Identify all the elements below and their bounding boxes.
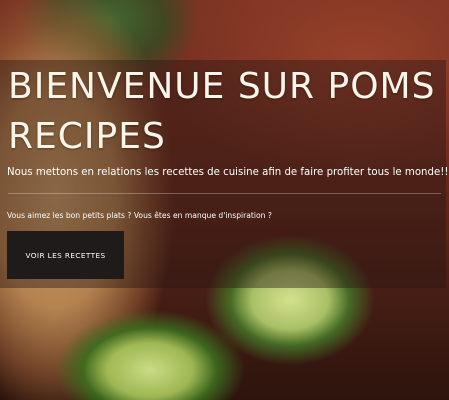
page: BIENVENUE SUR POMS RECIPES Nous mettons … — [0, 0, 449, 400]
hero-title: BIENVENUE SUR POMS RECIPES — [8, 66, 436, 157]
hero-divider — [8, 193, 441, 194]
hero-subtitle: Nous mettons en relations les recettes d… — [7, 167, 449, 178]
hero-question: Vous aimez les bon petits plats ? Vous ê… — [7, 211, 272, 220]
view-recipes-button[interactable]: VOIR LES RECETTES — [7, 231, 124, 279]
